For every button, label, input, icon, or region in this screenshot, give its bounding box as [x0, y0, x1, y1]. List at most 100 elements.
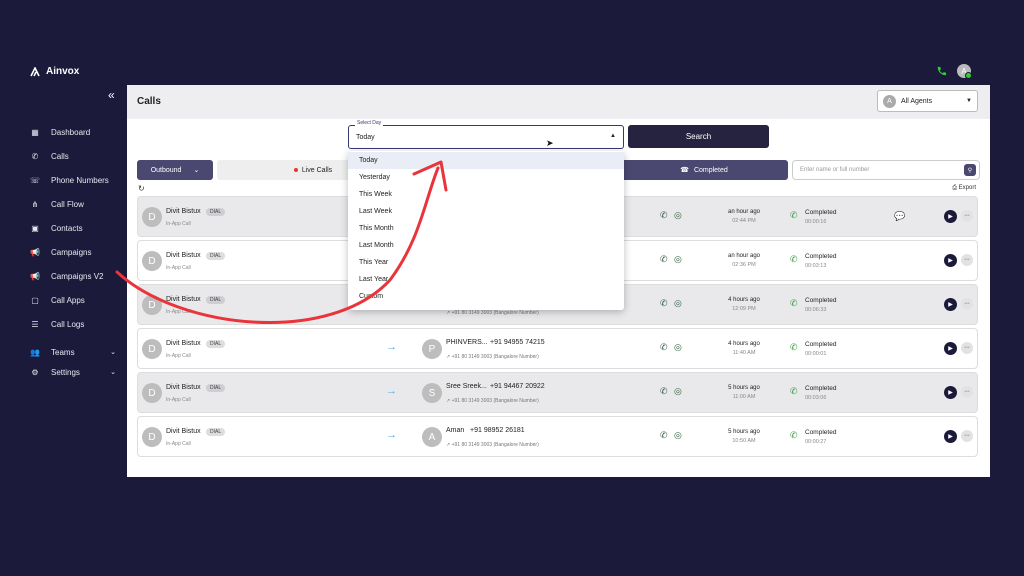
- phone-icon[interactable]: [936, 66, 947, 77]
- agent-avatar: D: [142, 427, 162, 447]
- number-search-input[interactable]: Enter name or full number ⚲: [792, 160, 980, 180]
- play-icon[interactable]: ▶: [944, 210, 957, 223]
- flow-icon: ⋔: [31, 199, 39, 209]
- select-day-field[interactable]: Select Day Today ▲: [348, 120, 624, 149]
- double-chevron-left-icon[interactable]: «: [108, 88, 115, 102]
- sidebar-item-label: Campaigns: [51, 247, 92, 257]
- dropdown-option-last-year[interactable]: Last Year: [348, 271, 624, 288]
- time-ago: 5 hours ago: [728, 429, 760, 435]
- mouse-cursor-icon: ➤: [546, 138, 554, 148]
- contact-name[interactable]: Aman: [446, 427, 464, 434]
- select-day-dropdown: Today Yesterday This Week Last Week This Mon…: [348, 151, 624, 310]
- outbound-select[interactable]: Outbound ⌄: [137, 160, 213, 180]
- sidebar-item-label: Dashboard: [51, 127, 91, 137]
- export-label: Export: [958, 185, 976, 191]
- sidebar-item-call-logs[interactable]: ☰ Call Logs: [28, 312, 128, 336]
- contact-name[interactable]: Sree Sreek...: [446, 383, 487, 390]
- time-of-day: 10:50 AM: [732, 438, 756, 444]
- agent-avatar: D: [142, 207, 162, 227]
- phone-icon[interactable]: ✆: [660, 386, 668, 397]
- phone-icon[interactable]: ✆: [660, 210, 668, 221]
- dial-badge: DIAL: [206, 384, 226, 392]
- call-end-icon: ☎: [680, 167, 689, 174]
- more-icon[interactable]: •••: [961, 386, 973, 398]
- dropdown-option-last-month[interactable]: Last Month: [348, 237, 624, 254]
- play-icon[interactable]: ▶: [944, 386, 957, 399]
- phone-icon[interactable]: ✆: [660, 430, 668, 441]
- dropdown-option-this-week[interactable]: This Week: [348, 186, 624, 203]
- call-type: In-App Call: [166, 397, 191, 403]
- sidebar-item-campaigns-v2[interactable]: 📢 Campaigns V2: [28, 264, 128, 288]
- whatsapp-icon[interactable]: ◎: [674, 430, 682, 441]
- more-icon[interactable]: •••: [961, 298, 973, 310]
- play-icon[interactable]: ▶: [944, 342, 957, 355]
- comment-icon[interactable]: 💬: [894, 211, 905, 222]
- agents-select[interactable]: A All Agents ▼: [877, 90, 978, 112]
- phone-icon[interactable]: ✆: [660, 342, 668, 353]
- contact-number: +91 94955 74215: [490, 339, 545, 346]
- user-avatar[interactable]: A: [957, 64, 972, 79]
- call-status: Completed 00:00:16: [805, 209, 836, 225]
- time-of-day: 02:44 PM: [732, 218, 756, 224]
- agent-avatar: D: [142, 339, 162, 359]
- phone-icon[interactable]: ✆: [660, 298, 668, 309]
- completed-tab[interactable]: ☎ Completed: [620, 160, 788, 180]
- sidebar-item-phone-numbers[interactable]: ☏ Phone Numbers: [28, 168, 128, 192]
- export-button[interactable]: ⎙ Export: [952, 185, 976, 192]
- table-row[interactable]: D Divit Bistux DIAL In-App Call → A Aman +91 98…: [137, 416, 978, 457]
- dropdown-option-yesterday[interactable]: Yesterday: [348, 169, 624, 186]
- more-icon[interactable]: •••: [961, 254, 973, 266]
- play-icon[interactable]: ▶: [944, 254, 957, 267]
- call-completed-icon: ✆: [790, 342, 798, 352]
- whatsapp-icon[interactable]: ◎: [674, 210, 682, 221]
- whatsapp-icon[interactable]: ◎: [674, 254, 682, 265]
- call-time: an hour ago 02:44 PM: [714, 209, 774, 224]
- status-label: Completed: [805, 385, 837, 392]
- search-button[interactable]: Search: [628, 125, 769, 148]
- call-type: In-App Call: [166, 221, 191, 227]
- time-of-day: 02:36 PM: [732, 262, 756, 268]
- play-icon[interactable]: ▶: [944, 298, 957, 311]
- sidebar-item-call-apps[interactable]: ▢ Call Apps: [28, 288, 128, 312]
- sidebar-item-call-flow[interactable]: ⋔ Call Flow: [28, 192, 128, 216]
- call-completed-icon: ✆: [790, 298, 798, 308]
- search-icon[interactable]: ⚲: [964, 164, 976, 176]
- more-icon[interactable]: •••: [961, 210, 973, 222]
- whatsapp-icon[interactable]: ◎: [674, 342, 682, 353]
- dropdown-option-custom[interactable]: Custom: [348, 288, 624, 305]
- more-icon[interactable]: •••: [961, 430, 973, 442]
- sidebar-item-calls[interactable]: ✆ Calls: [28, 144, 128, 168]
- sidebar-item-campaigns[interactable]: 📢 Campaigns: [28, 240, 128, 264]
- dial-badge: DIAL: [206, 428, 226, 436]
- status-label: Completed: [805, 209, 837, 216]
- dropdown-option-today[interactable]: Today: [348, 152, 624, 169]
- chevron-down-icon[interactable]: ⌄: [110, 348, 116, 356]
- contact-avatar: A: [422, 427, 442, 447]
- dropdown-option-this-year[interactable]: This Year: [348, 254, 624, 271]
- time-ago: 4 hours ago: [728, 341, 760, 347]
- phone-outline-icon: ☏: [29, 175, 40, 185]
- whatsapp-icon[interactable]: ◎: [674, 298, 682, 309]
- call-duration: 00:00:01: [805, 351, 827, 357]
- time-of-day: 11:40 AM: [732, 350, 756, 356]
- dropdown-option-this-month[interactable]: This Month: [348, 220, 624, 237]
- ainvox-logo-icon: [30, 66, 40, 76]
- agents-label: All Agents: [901, 97, 933, 105]
- number-search-placeholder: Enter name or full number: [800, 167, 870, 173]
- play-icon[interactable]: ▶: [944, 430, 957, 443]
- more-icon[interactable]: •••: [961, 342, 973, 354]
- status-label: Completed: [805, 429, 837, 436]
- sidebar-item-contacts[interactable]: ▣ Contacts: [28, 216, 128, 240]
- dropdown-option-last-week[interactable]: Last Week: [348, 203, 624, 220]
- contact-name[interactable]: PHINVERS...: [446, 339, 488, 346]
- table-row[interactable]: D Divit Bistux DIAL In-App Call → P PHINVERS..…: [137, 328, 978, 369]
- chevron-down-icon[interactable]: ⌄: [110, 368, 116, 376]
- phone-icon[interactable]: ✆: [660, 254, 668, 265]
- refresh-icon[interactable]: ↻: [138, 184, 145, 193]
- whatsapp-icon[interactable]: ◎: [674, 386, 682, 397]
- sidebar-item-dashboard[interactable]: ▦ Dashboard: [28, 120, 128, 144]
- call-duration: 00:03:13: [805, 263, 827, 269]
- sidebar-item-settings[interactable]: ⚙ Settings ⌄: [28, 360, 128, 384]
- chevron-down-icon: ⌄: [193, 167, 200, 174]
- table-row[interactable]: D Divit Bistux DIAL In-App Call → S Sree Sreek…: [137, 372, 978, 413]
